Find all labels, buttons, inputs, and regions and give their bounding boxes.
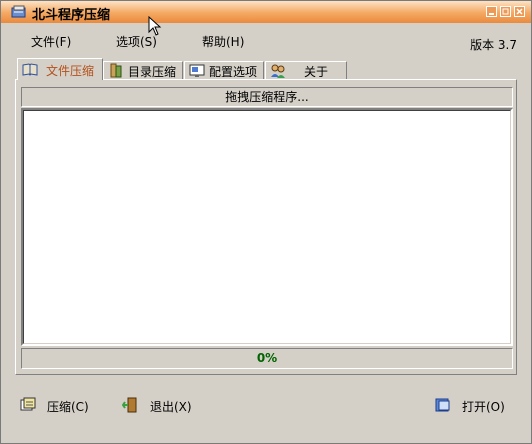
tab-label: 目录压缩 bbox=[128, 65, 177, 79]
tab-label: 文件压缩 bbox=[46, 64, 95, 78]
tab-file-compress[interactable]: 文件压缩 bbox=[17, 58, 103, 80]
config-icon bbox=[189, 64, 205, 77]
book-icon bbox=[22, 63, 38, 76]
menu-help[interactable]: 帮助(H) bbox=[202, 33, 244, 50]
window-title: 北斗程序压缩 bbox=[32, 8, 111, 23]
file-drop-list[interactable] bbox=[21, 108, 513, 346]
maximize-button[interactable] bbox=[500, 6, 511, 17]
title-bar[interactable]: 北斗程序压缩 bbox=[1, 1, 531, 23]
compress-icon bbox=[20, 397, 36, 411]
menu-bar: 文件(F) 选项(S) 帮助(H) 版本 3.7 bbox=[1, 31, 531, 52]
exit-label: 退出(X) bbox=[150, 400, 192, 414]
tab-label: 关于 bbox=[304, 65, 329, 79]
folders-icon bbox=[110, 63, 122, 78]
compress-label: 压缩(C) bbox=[47, 400, 89, 414]
tab-dir-compress[interactable]: 目录压缩 bbox=[103, 61, 183, 79]
mouse-cursor-icon bbox=[148, 16, 162, 36]
exit-door-icon bbox=[122, 397, 137, 413]
progress-bar: 0% bbox=[21, 348, 513, 369]
app-window: 北斗程序压缩 文件(F) 选项(S) 帮助(H) 版本 3.7 文件压缩 目录压… bbox=[0, 0, 532, 444]
tab-config[interactable]: 配置选项 bbox=[184, 61, 264, 79]
drop-hint: 拖拽压缩程序... bbox=[21, 87, 513, 107]
menu-file[interactable]: 文件(F) bbox=[31, 33, 71, 50]
users-icon bbox=[271, 64, 285, 78]
tab-label: 配置选项 bbox=[209, 65, 258, 79]
open-label: 打开(O) bbox=[462, 400, 505, 414]
app-icon bbox=[11, 5, 26, 18]
open-icon bbox=[435, 398, 450, 412]
close-button[interactable] bbox=[514, 6, 525, 17]
version-label: 版本 3.7 bbox=[470, 38, 517, 52]
tab-about[interactable]: 关于 bbox=[265, 61, 347, 79]
minimize-button[interactable] bbox=[486, 6, 497, 17]
progress-label: 0% bbox=[256, 351, 278, 365]
